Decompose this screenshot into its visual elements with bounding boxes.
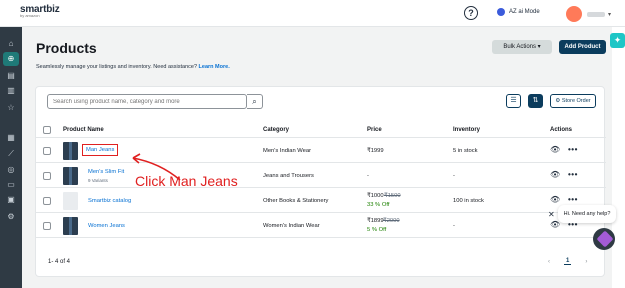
pagination: ‹ 1 › [548, 258, 587, 265]
inventory-cell: 5 in stock [453, 148, 478, 154]
help-icon[interactable]: ? [464, 6, 478, 20]
search-input[interactable] [47, 94, 247, 109]
product-name-link[interactable]: Man Jeans [82, 144, 119, 156]
sparkle-icon[interactable]: ✦ [610, 33, 625, 48]
discount-cell: 5 % Off [367, 227, 387, 233]
chat-launcher-icon[interactable] [593, 228, 615, 250]
category-cell: Women's Indian Wear [263, 223, 320, 229]
inventory-cell: - [453, 173, 455, 179]
ai-mode-icon [497, 8, 505, 16]
row-checkbox[interactable] [43, 222, 51, 230]
row-checkbox[interactable] [43, 172, 51, 180]
row-checkbox[interactable] [43, 147, 51, 155]
ai-mode-toggle[interactable]: AZ ai Mode [497, 8, 540, 16]
chevron-down-icon: ▾ [537, 44, 541, 50]
product-name-link[interactable]: Smartbiz catalog [88, 198, 131, 204]
inventory-cell: 100 in stock [453, 198, 484, 204]
more-options-icon[interactable]: ••• [568, 145, 578, 154]
view-icon[interactable]: 👁 [550, 145, 560, 154]
product-thumbnail [63, 167, 78, 185]
inventory-cell: - [453, 223, 455, 229]
product-thumbnail [63, 217, 78, 235]
table-row: Man Jeans Men's Indian Wear ₹1999 5 in s… [36, 139, 606, 163]
gear-icon: ⚙ [555, 98, 561, 104]
product-thumbnail [63, 192, 78, 210]
home-icon[interactable]: ⌂ [6, 39, 16, 49]
price-cell: ₹1000 [367, 193, 384, 199]
reports-icon[interactable]: ▥ [6, 86, 16, 96]
sidebar: ⌂ ⊕ ▤ ▥ ☆ ▦ ⟋ ◎ ▭ ▣ ⚙ [0, 27, 22, 288]
more-options-icon[interactable]: ••• [568, 170, 578, 179]
col-actions: Actions [550, 127, 573, 133]
marketing-icon[interactable]: ◎ [6, 165, 16, 175]
chat-logo-icon [596, 230, 614, 248]
price-cell: ₹1999 [367, 148, 384, 154]
col-inventory: Inventory [453, 127, 481, 133]
chat-bubble[interactable]: Hi. Need any help? [558, 205, 616, 223]
more-options-icon[interactable]: ••• [568, 195, 578, 204]
store-order-button[interactable]: ⚙ Store Order [550, 94, 596, 108]
ai-mode-label: AZ ai Mode [509, 9, 540, 15]
subtitle-text: Seamlessly manage your listings and inve… [36, 64, 198, 70]
user-name-redacted [587, 11, 605, 17]
table-row: Men's Slim Fit 9 Variants Jeans and Trou… [36, 164, 606, 188]
select-all-checkbox[interactable] [43, 126, 51, 134]
category-cell: Men's Indian Wear [263, 148, 312, 154]
payments-icon[interactable]: ▣ [6, 195, 16, 205]
col-category: Category [263, 127, 290, 133]
top-bar: smartbiz by amazon ? AZ ai Mode ▾ [0, 0, 625, 27]
table-row: Women Jeans Women's Indian Wear ₹1899 ₹2… [36, 214, 606, 238]
mrp-cell: ₹1500 [384, 193, 401, 199]
table-row: Smartbiz catalog Other Books & Stationer… [36, 189, 606, 213]
store-order-label: Store Order [561, 98, 591, 104]
bulk-actions-label: Bulk Actions [503, 44, 536, 50]
star-icon[interactable]: ☆ [6, 103, 16, 113]
orders-icon[interactable]: ▤ [6, 71, 16, 81]
settings-icon[interactable]: ⚙ [6, 212, 16, 222]
avatar [566, 6, 582, 22]
sort-icon[interactable]: ⇅ [528, 94, 543, 108]
view-icon[interactable]: 👁 [550, 195, 560, 204]
add-product-button[interactable]: Add Product [559, 40, 606, 54]
page-subtitle: Seamlessly manage your listings and inve… [36, 64, 230, 70]
next-page-icon[interactable]: › [585, 259, 587, 265]
mrp-cell: ₹2000 [383, 218, 400, 224]
view-icon[interactable]: 👁 [550, 220, 560, 229]
products-card: ⌕ ☰ ⇅ ⚙ Store Order Product Name Categor… [35, 86, 606, 277]
discount-cell: 33 % Off [367, 202, 390, 208]
col-price: Price [367, 127, 382, 133]
product-thumbnail [63, 142, 78, 160]
product-name-link[interactable]: Men's Slim Fit [88, 169, 124, 175]
page-number[interactable]: 1 [564, 258, 572, 265]
filter-icon[interactable]: ☰ [506, 94, 521, 108]
smartbiz-logo[interactable]: smartbiz by amazon [20, 4, 60, 24]
analytics-icon[interactable]: ⟋ [6, 149, 16, 159]
annotation-text: Click Man Jeans [135, 173, 238, 189]
col-product-name: Product Name [63, 127, 104, 133]
store-icon[interactable]: ▦ [6, 133, 16, 143]
results-count: 1- 4 of 4 [48, 259, 71, 265]
price-cell: - [367, 173, 369, 179]
close-icon[interactable]: ✕ [548, 210, 555, 219]
row-checkbox[interactable] [43, 197, 51, 205]
bulk-actions-button[interactable]: Bulk Actions ▾ [492, 40, 552, 54]
user-menu[interactable]: ▾ [566, 6, 611, 22]
category-cell: Other Books & Stationery [263, 198, 329, 204]
category-cell: Jeans and Trousers [263, 173, 314, 179]
search-icon[interactable]: ⌕ [247, 94, 263, 109]
variants-label[interactable]: 9 Variants [88, 178, 108, 183]
product-name-link[interactable]: Women Jeans [88, 223, 125, 229]
price-cell: ₹1899 [367, 218, 384, 224]
chat-icon[interactable]: ▭ [6, 180, 16, 190]
view-icon[interactable]: 👁 [550, 170, 560, 179]
learn-more-link[interactable]: Learn More. [199, 64, 230, 70]
page-title: Products [36, 40, 97, 56]
chevron-down-icon: ▾ [608, 11, 612, 18]
products-icon[interactable]: ⊕ [3, 52, 19, 66]
prev-page-icon[interactable]: ‹ [548, 259, 550, 265]
table-header: Product Name Category Price Inventory Ac… [36, 122, 606, 138]
